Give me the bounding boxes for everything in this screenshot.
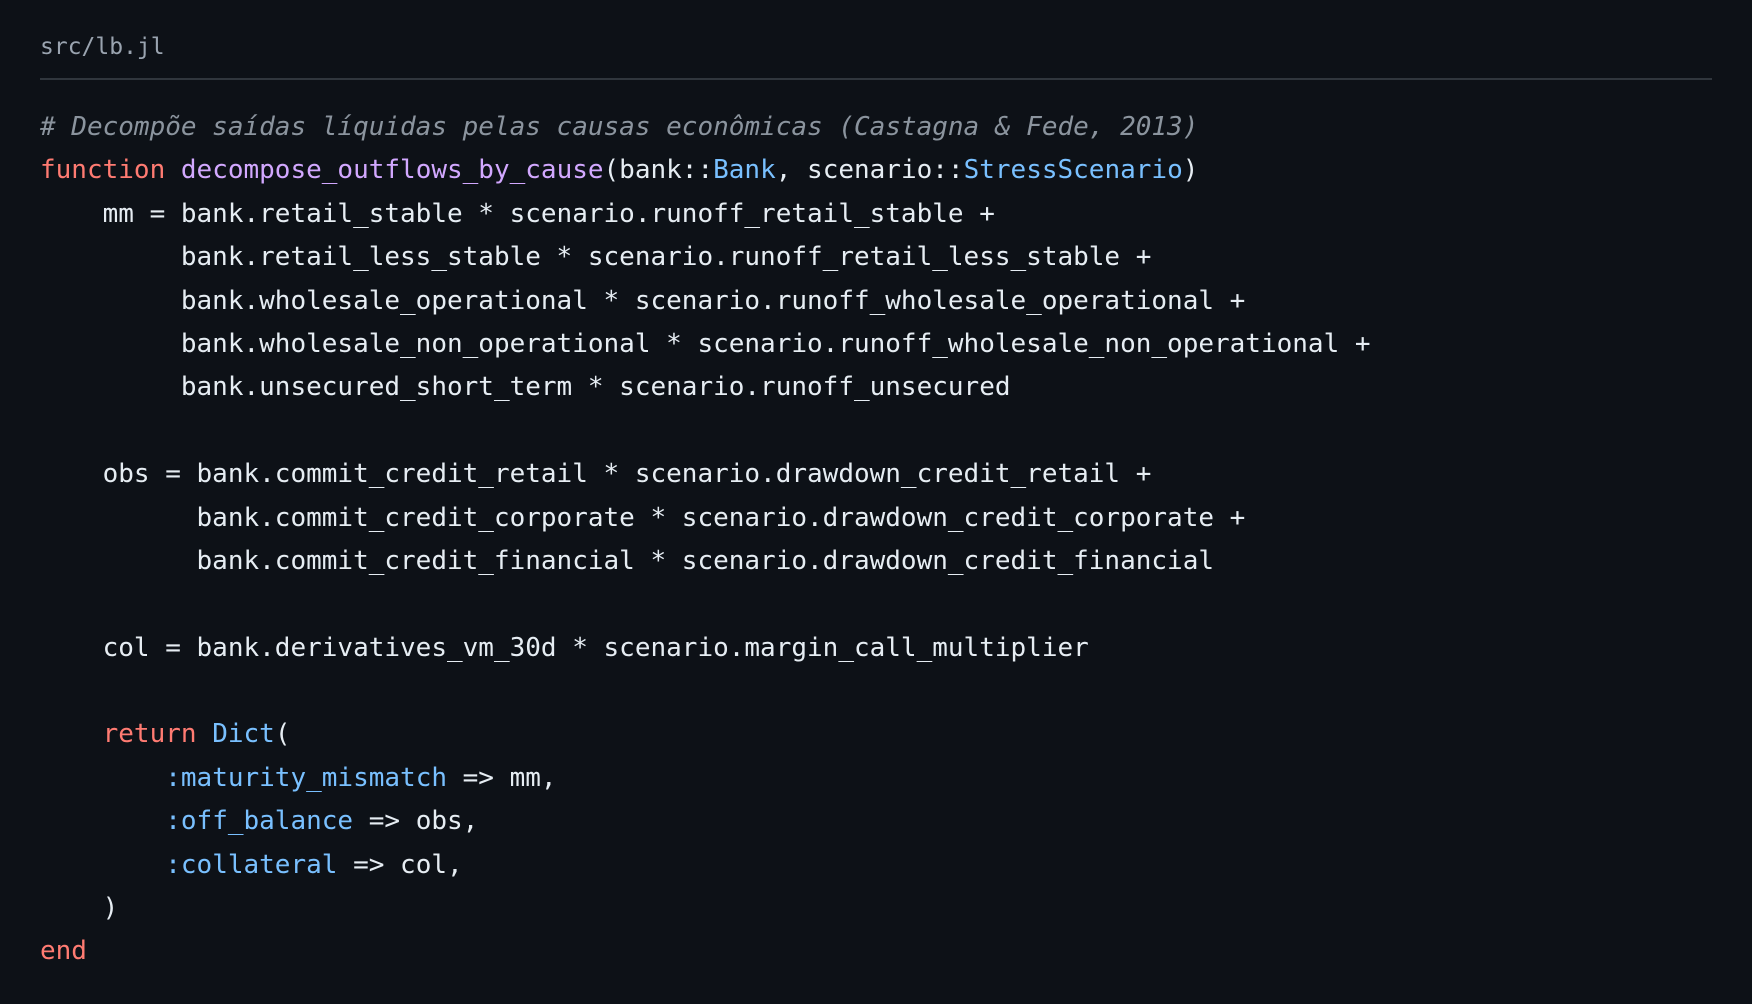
code-type: Bank: [713, 155, 776, 186]
code-line: mm = bank.retail_stable * scenario.runof…: [40, 193, 1712, 236]
code-line: bank.commit_credit_financial * scenario.…: [40, 540, 1712, 583]
code-line: bank.wholesale_operational * scenario.ru…: [40, 280, 1712, 323]
code-text: bank.wholesale_operational * scenario.ru…: [40, 285, 1246, 316]
code-line: :maturity_mismatch => mm,: [40, 757, 1712, 800]
code-text: col = bank.derivatives_vm_30d * scenario…: [40, 632, 1089, 663]
code-text: => col,: [337, 849, 463, 880]
code-line: :off_balance => obs,: [40, 800, 1712, 843]
code-line: :collateral => col,: [40, 844, 1712, 887]
code-line: bank.unsecured_short_term * scenario.run…: [40, 366, 1712, 409]
code-function-name: decompose_outflows_by_cause: [180, 155, 604, 186]
code-text: bank.commit_credit_corporate * scenario.…: [40, 502, 1246, 533]
code-text: (: [274, 719, 291, 750]
code-line: bank.wholesale_non_operational * scenari…: [40, 323, 1712, 366]
code-viewer: src/lb.jl # Decompõe saídas líquidas pel…: [0, 0, 1752, 1004]
code-line: function decompose_outflows_by_cause(ban…: [40, 149, 1712, 192]
code-text: ): [40, 893, 119, 924]
code-symbol: :collateral: [165, 849, 338, 880]
file-path[interactable]: src/lb.jl: [40, 34, 165, 60]
code-text: (bank::: [603, 155, 714, 186]
code-line: bank.commit_credit_corporate * scenario.…: [40, 497, 1712, 540]
code-line: bank.retail_less_stable * scenario.runof…: [40, 236, 1712, 279]
code-text: bank.unsecured_short_term * scenario.run…: [40, 372, 1011, 403]
code-line: col = bank.derivatives_vm_30d * scenario…: [40, 627, 1712, 670]
code-keyword: function: [40, 155, 166, 186]
file-header: src/lb.jl: [40, 28, 1712, 80]
code-keyword: end: [40, 936, 87, 967]
code-text: => obs,: [353, 806, 479, 837]
code-text: obs = bank.commit_credit_retail * scenar…: [40, 459, 1152, 490]
code-symbol: :maturity_mismatch: [165, 762, 447, 793]
code-text: ): [1182, 155, 1199, 186]
code-block[interactable]: # Decompõe saídas líquidas pelas causas …: [40, 106, 1712, 974]
code-line: return Dict(: [40, 713, 1712, 756]
code-symbol: :off_balance: [165, 806, 354, 837]
code-text: , scenario::: [775, 155, 964, 186]
code-text: bank.wholesale_non_operational * scenari…: [40, 328, 1371, 359]
code-type: StressScenario: [963, 155, 1183, 186]
code-keyword: return: [102, 719, 197, 750]
code-text: bank.retail_less_stable * scenario.runof…: [40, 242, 1152, 273]
code-line: ): [40, 887, 1712, 930]
code-text: => mm,: [447, 762, 557, 793]
code-type: Dict: [212, 719, 275, 750]
code-text: bank.commit_credit_financial * scenario.…: [40, 545, 1214, 576]
code-text: mm = bank.retail_stable * scenario.runof…: [40, 198, 995, 229]
code-line: end: [40, 930, 1712, 973]
code-line: # Decompõe saídas líquidas pelas causas …: [40, 106, 1712, 149]
code-line: obs = bank.commit_credit_retail * scenar…: [40, 453, 1712, 496]
code-comment: # Decompõe saídas líquidas pelas causas …: [40, 112, 1199, 142]
